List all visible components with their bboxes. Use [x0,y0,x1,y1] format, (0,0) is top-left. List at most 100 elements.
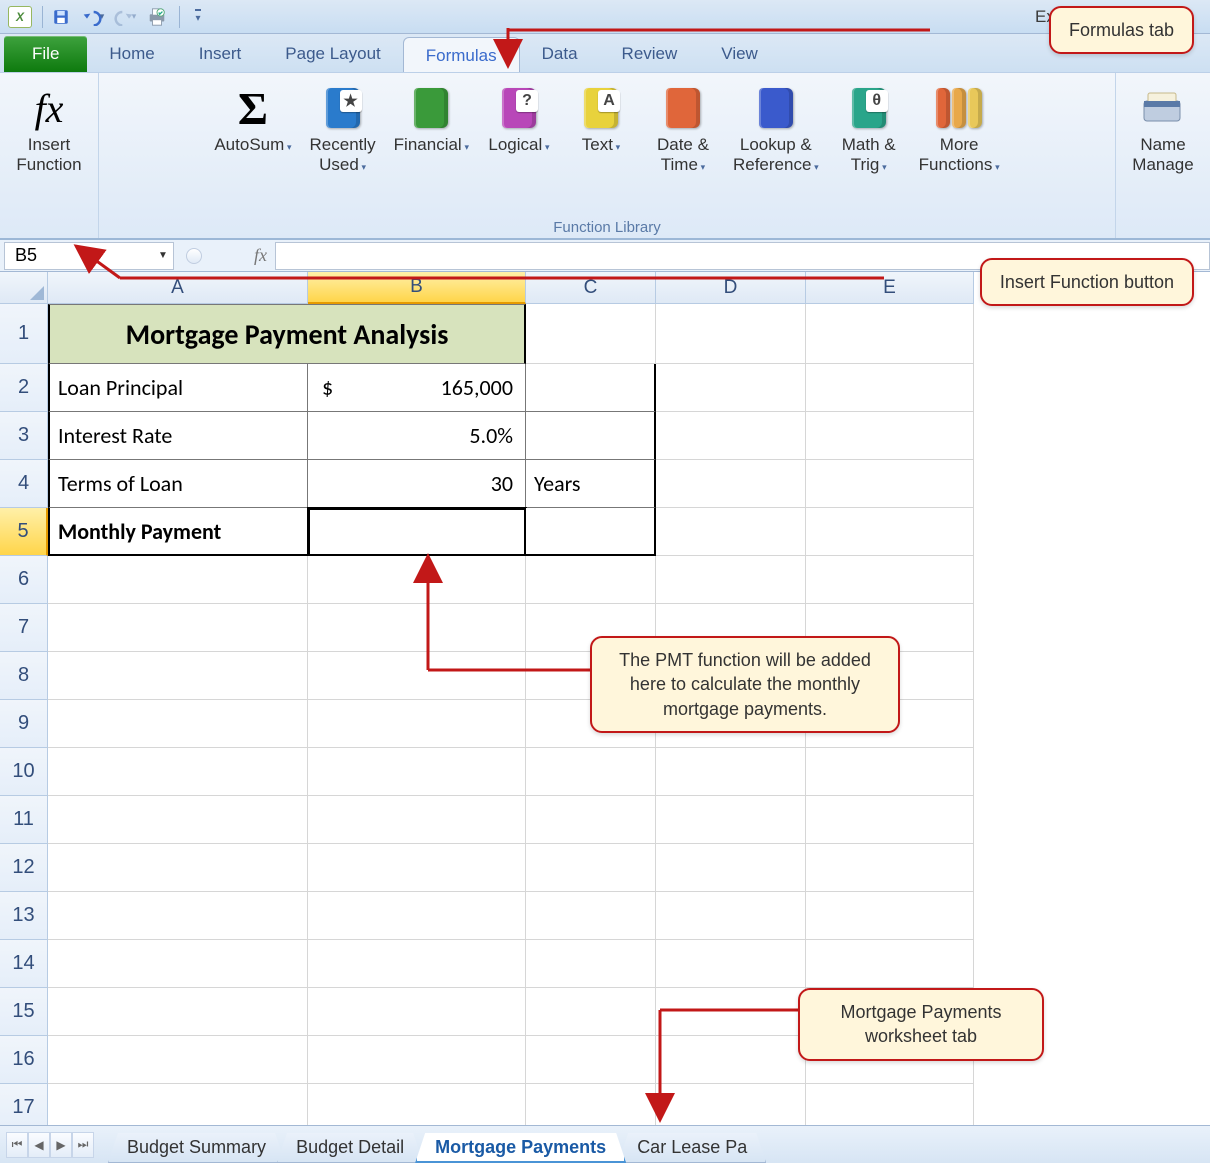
cell-D4[interactable] [656,460,806,508]
cell-D10[interactable] [656,748,806,796]
cell-B6[interactable] [308,556,526,604]
cell-C5[interactable] [526,508,656,556]
cell-E14[interactable] [806,940,974,988]
sheet-nav-prev[interactable]: ◀ [28,1132,50,1158]
cell-A13[interactable] [48,892,308,940]
cell-D11[interactable] [656,796,806,844]
logical-button[interactable]: ?Logical ▾ [479,77,559,157]
recently-used-button[interactable]: ★RecentlyUsed ▾ [302,77,384,176]
tab-formulas[interactable]: Formulas [403,37,520,73]
undo-button[interactable]: ▾ [79,4,107,30]
row-header-16[interactable]: 16 [0,1036,48,1084]
column-header-D[interactable]: D [656,272,806,304]
save-button[interactable] [47,4,75,30]
cell-C1[interactable] [526,304,656,364]
cell-B13[interactable] [308,892,526,940]
cell-D13[interactable] [656,892,806,940]
row-header-3[interactable]: 3 [0,412,48,460]
row-header-12[interactable]: 12 [0,844,48,892]
cell-A3[interactable]: Interest Rate [48,412,308,460]
cell-D2[interactable] [656,364,806,412]
row-header-1[interactable]: 1 [0,304,48,364]
cell-A12[interactable] [48,844,308,892]
cell-C14[interactable] [526,940,656,988]
cell-E2[interactable] [806,364,974,412]
cell-B5[interactable] [308,508,526,556]
cell-B7[interactable] [308,604,526,652]
row-header-10[interactable]: 10 [0,748,48,796]
financial-button[interactable]: Financial ▾ [386,77,477,157]
cell-D1[interactable] [656,304,806,364]
cell-C15[interactable] [526,988,656,1036]
cell-C4[interactable]: Years [526,460,656,508]
row-header-8[interactable]: 8 [0,652,48,700]
select-all-corner[interactable] [0,272,48,304]
cell-E13[interactable] [806,892,974,940]
redo-button[interactable]: ▾ [111,4,139,30]
cell-A5[interactable]: Monthly Payment [48,508,308,556]
cell-A6[interactable] [48,556,308,604]
row-header-9[interactable]: 9 [0,700,48,748]
column-header-C[interactable]: C [526,272,656,304]
row-header-15[interactable]: 15 [0,988,48,1036]
column-header-B[interactable]: B [308,272,526,304]
cell-B16[interactable] [308,1036,526,1084]
cell-D14[interactable] [656,940,806,988]
file-tab[interactable]: File [4,36,87,72]
text-button[interactable]: AText ▾ [561,77,641,157]
cell-E6[interactable] [806,556,974,604]
tab-insert[interactable]: Insert [177,36,264,72]
cell-C16[interactable] [526,1036,656,1084]
cell-C6[interactable] [526,556,656,604]
sheet-tab-budget-detail[interactable]: Budget Detail [277,1133,423,1163]
cell-A9[interactable] [48,700,308,748]
cell-E5[interactable] [806,508,974,556]
lookup-reference-button[interactable]: Lookup &Reference ▾ [725,77,827,176]
row-header-4[interactable]: 4 [0,460,48,508]
cell-B2[interactable]: $165,000 [308,364,526,412]
row-header-13[interactable]: 13 [0,892,48,940]
cell-E11[interactable] [806,796,974,844]
autosum-button[interactable]: ΣAutoSum ▾ [206,77,299,157]
sheet-nav-first[interactable]: ⏮ [6,1132,28,1158]
row-header-6[interactable]: 6 [0,556,48,604]
cell-E12[interactable] [806,844,974,892]
tab-review[interactable]: Review [600,36,700,72]
cell-B9[interactable] [308,700,526,748]
cell-A7[interactable] [48,604,308,652]
cell-E3[interactable] [806,412,974,460]
row-header-2[interactable]: 2 [0,364,48,412]
cell-B14[interactable] [308,940,526,988]
cell-B4[interactable]: 30 [308,460,526,508]
cell-B3[interactable]: 5.0% [308,412,526,460]
cell-B10[interactable] [308,748,526,796]
cell-C12[interactable] [526,844,656,892]
cell-D12[interactable] [656,844,806,892]
cell-D5[interactable] [656,508,806,556]
cell-B12[interactable] [308,844,526,892]
cell-A8[interactable] [48,652,308,700]
sheet-tab-budget-summary[interactable]: Budget Summary [108,1133,285,1163]
customize-qat-button[interactable]: ▾ [184,4,212,30]
name-box[interactable]: B5 ▼ [4,242,174,270]
row-header-11[interactable]: 11 [0,796,48,844]
row-header-14[interactable]: 14 [0,940,48,988]
name-manager-button[interactable]: NameManage [1122,77,1204,176]
more-functions-button[interactable]: MoreFunctions ▾ [911,77,1008,176]
cell-E10[interactable] [806,748,974,796]
cell-C2[interactable] [526,364,656,412]
tab-view[interactable]: View [699,36,780,72]
cell-E1[interactable] [806,304,974,364]
sheet-nav-last[interactable]: ⏭ [72,1132,94,1158]
cell-A11[interactable] [48,796,308,844]
cell-C11[interactable] [526,796,656,844]
cell-B15[interactable] [308,988,526,1036]
cell-D3[interactable] [656,412,806,460]
sheet-tab-mortgage-payments[interactable]: Mortgage Payments [415,1133,626,1163]
cell-A15[interactable] [48,988,308,1036]
sheet-tab-car-lease-pa[interactable]: Car Lease Pa [618,1133,766,1163]
insert-function-button[interactable]: fx InsertFunction [6,77,92,176]
cell-D15[interactable] [656,988,806,1036]
cell-B11[interactable] [308,796,526,844]
fx-icon[interactable]: fx [254,245,267,266]
